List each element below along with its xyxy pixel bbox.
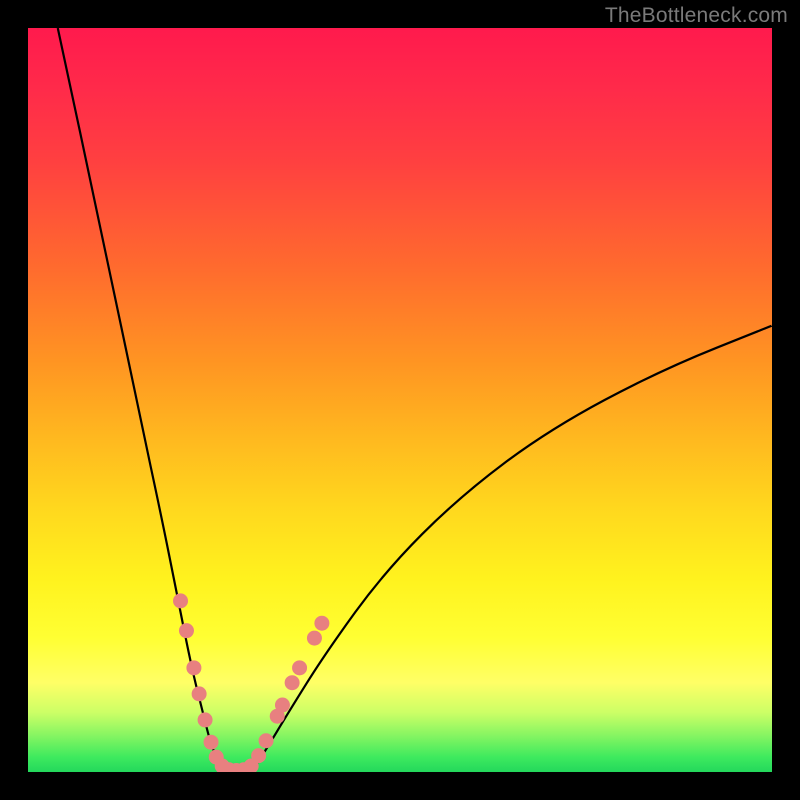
watermark-text: TheBottleneck.com xyxy=(605,4,788,28)
data-marker xyxy=(204,735,219,750)
data-marker xyxy=(292,660,307,675)
chart-svg xyxy=(28,28,772,772)
chart-frame: TheBottleneck.com xyxy=(0,0,800,800)
left-curve xyxy=(58,28,222,772)
data-marker xyxy=(275,698,290,713)
data-marker xyxy=(314,616,329,631)
data-marker xyxy=(173,593,188,608)
data-marker xyxy=(192,686,207,701)
right-curve xyxy=(251,326,772,772)
data-marker xyxy=(307,631,322,646)
data-marker xyxy=(186,660,201,675)
data-marker xyxy=(251,748,266,763)
data-marker xyxy=(259,733,274,748)
plot-area xyxy=(28,28,772,772)
data-marker xyxy=(179,623,194,638)
data-marker xyxy=(198,712,213,727)
data-marker xyxy=(285,675,300,690)
curve-group xyxy=(58,28,772,772)
